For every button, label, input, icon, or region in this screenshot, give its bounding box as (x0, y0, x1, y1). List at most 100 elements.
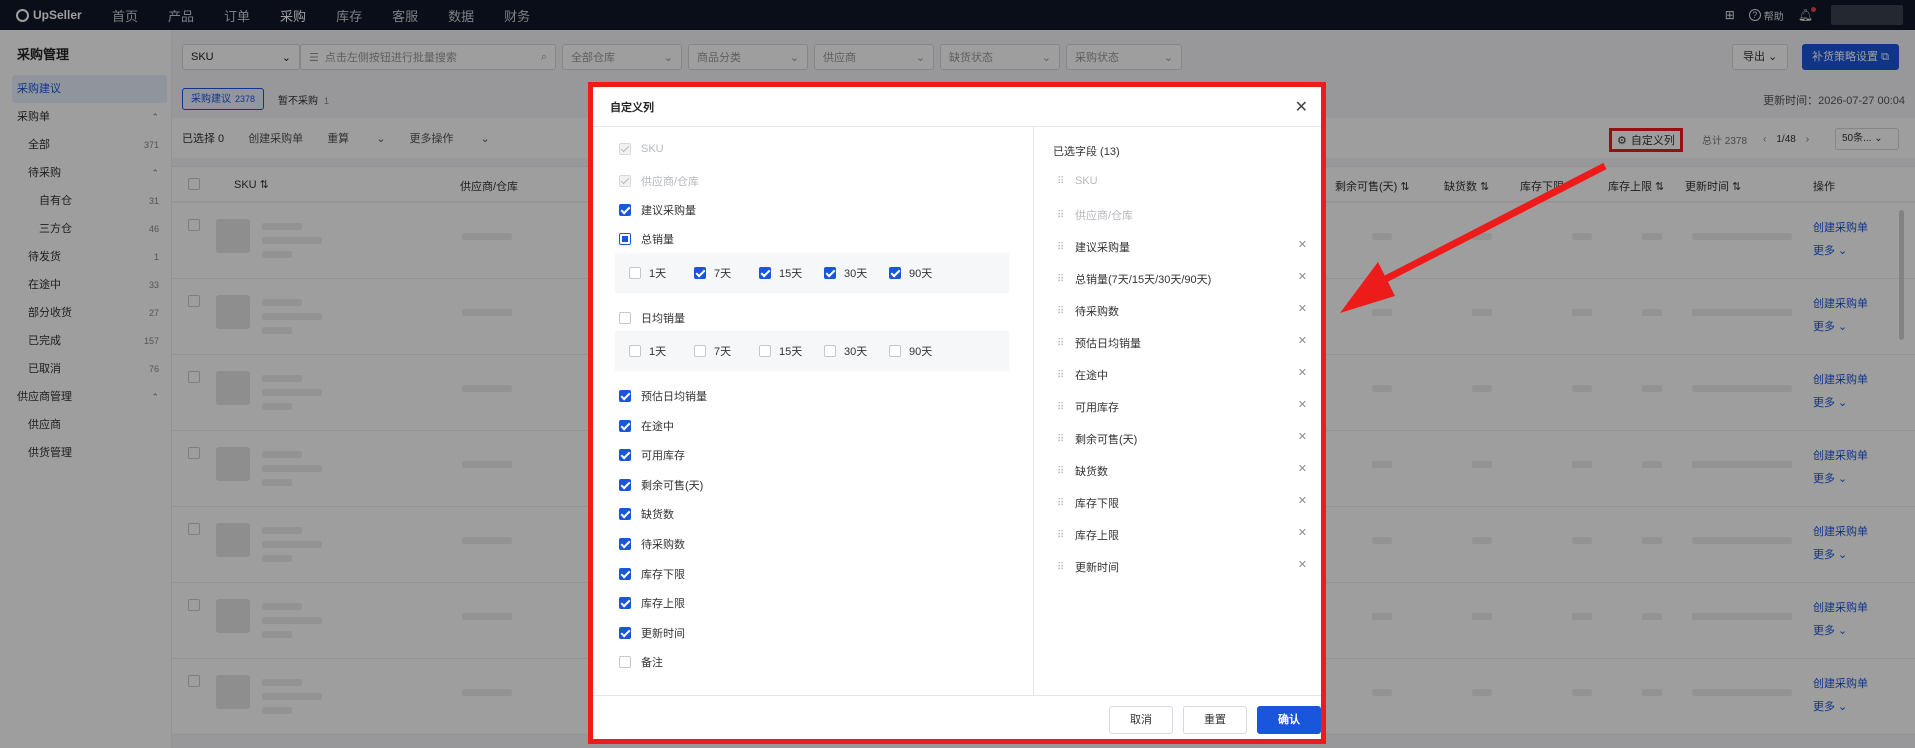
modal-mask-top (0, 0, 1915, 30)
confirm-button[interactable]: 确认 (1257, 706, 1321, 734)
remove-field-icon[interactable]: ✕ (1298, 238, 1307, 251)
checkbox[interactable] (619, 390, 631, 402)
total-sales-periods: 1天 7天 15天 30天 90天 (615, 253, 1009, 293)
column-option-1: 供应商/仓库 (619, 173, 699, 189)
dialog-title: 自定义列 (610, 101, 654, 114)
selected-field-item[interactable]: ⠿ 建议采购量 ✕ (1057, 239, 1307, 255)
selected-field-item[interactable]: ⠿ 剩余可售(天) ✕ (1057, 431, 1307, 447)
selected-field-item: ⠿ 供应商/仓库 (1057, 209, 1134, 223)
total-sales-periods-option-2[interactable]: 15天 (759, 265, 824, 281)
column-option-more-4[interactable]: 缺货数 (619, 506, 674, 522)
remove-field-icon[interactable]: ✕ (1298, 398, 1307, 411)
total-sales-periods-option-3[interactable]: 30天 (824, 265, 889, 281)
remove-field-icon[interactable]: ✕ (1298, 270, 1307, 283)
checkbox[interactable] (619, 233, 631, 245)
column-option-more-3[interactable]: 剩余可售(天) (619, 477, 703, 493)
remove-field-icon[interactable]: ✕ (1298, 526, 1307, 539)
checkbox[interactable] (694, 267, 706, 279)
checkbox[interactable] (619, 626, 631, 639)
dialog-header: 自定义列 ✕ (593, 87, 1321, 127)
checkbox[interactable] (889, 267, 901, 279)
dialog-footer: 取消 重置 确认 (593, 695, 1321, 739)
checkbox[interactable] (824, 345, 836, 357)
column-option-more-0[interactable]: 预估日均销量 (619, 388, 707, 404)
remove-field-icon[interactable]: ✕ (1298, 302, 1307, 315)
drag-handle-icon[interactable]: ⠿ (1057, 530, 1075, 541)
cancel-button[interactable]: 取消 (1109, 706, 1173, 734)
checkbox[interactable] (824, 267, 836, 279)
selected-field-item[interactable]: ⠿ 总销量(7天/15天/30天/90天) ✕ (1057, 271, 1307, 287)
column-option-more-1[interactable]: 在途中 (619, 418, 674, 434)
drag-handle-icon[interactable]: ⠿ (1057, 434, 1075, 445)
remove-field-icon[interactable]: ✕ (1298, 334, 1307, 347)
checkbox[interactable] (619, 656, 631, 669)
daily-sales-periods-option-2[interactable]: 15天 (759, 343, 824, 359)
drag-handle-icon: ⠿ (1057, 175, 1064, 187)
checkbox[interactable] (619, 538, 631, 550)
column-option-more-7[interactable]: 库存上限 (619, 595, 685, 611)
checkbox[interactable] (619, 508, 631, 521)
column-option-more-9[interactable]: 备注 (619, 654, 663, 670)
remove-field-icon[interactable]: ✕ (1298, 558, 1307, 571)
column-option-more-5[interactable]: 待采购数 (619, 536, 685, 552)
checkbox[interactable] (759, 267, 771, 279)
checkbox[interactable] (619, 204, 631, 216)
selected-field-item[interactable]: ⠿ 可用库存 ✕ (1057, 399, 1307, 415)
checkbox[interactable] (619, 419, 631, 432)
total-sales-periods-option-0[interactable]: 1天 (629, 265, 694, 281)
selected-field-item[interactable]: ⠿ 更新时间 ✕ (1057, 559, 1307, 575)
daily-sales-periods-option-0[interactable]: 1天 (629, 343, 694, 359)
remove-field-icon[interactable]: ✕ (1298, 494, 1307, 507)
checkbox[interactable] (619, 597, 631, 610)
selected-field-item[interactable]: ⠿ 在途中 ✕ (1057, 367, 1307, 383)
selected-field-item[interactable]: ⠿ 缺货数 ✕ (1057, 463, 1307, 479)
column-option-more-6[interactable]: 库存下限 (619, 566, 685, 582)
remove-field-icon[interactable]: ✕ (1298, 430, 1307, 443)
column-option-more-8[interactable]: 更新时间 (619, 625, 685, 641)
checkbox[interactable] (694, 345, 706, 357)
total-sales-periods-option-1[interactable]: 7天 (694, 265, 759, 281)
checkbox[interactable] (889, 345, 901, 357)
drag-handle-icon: ⠿ (1057, 209, 1064, 221)
checkbox[interactable] (629, 267, 641, 279)
drag-handle-icon[interactable]: ⠿ (1057, 498, 1075, 509)
daily-sales-periods-option-3[interactable]: 30天 (824, 343, 889, 359)
daily-sales-periods-option-4[interactable]: 90天 (889, 343, 954, 359)
drag-handle-icon[interactable]: ⠿ (1057, 370, 1075, 381)
selected-field-item: ⠿ SKU (1057, 175, 1098, 187)
remove-field-icon[interactable]: ✕ (1298, 366, 1307, 379)
drag-handle-icon[interactable]: ⠿ (1057, 466, 1075, 477)
checkbox[interactable] (619, 567, 631, 580)
column-option-0: SKU (619, 143, 664, 155)
selected-field-item[interactable]: ⠿ 库存下限 ✕ (1057, 495, 1307, 511)
drag-handle-icon[interactable]: ⠿ (1057, 274, 1075, 285)
drag-handle-icon[interactable]: ⠿ (1057, 338, 1075, 349)
checkbox[interactable] (759, 345, 771, 357)
checkbox[interactable] (619, 449, 631, 462)
checkbox (619, 175, 631, 187)
drag-handle-icon[interactable]: ⠿ (1057, 562, 1075, 573)
drag-handle-icon[interactable]: ⠿ (1057, 402, 1075, 413)
checkbox[interactable] (629, 345, 641, 357)
selected-field-item[interactable]: ⠿ 待采购数 ✕ (1057, 303, 1307, 319)
reset-button[interactable]: 重置 (1183, 706, 1247, 734)
selected-fields-panel: 已选字段 (13) ⠿ SKU ⠿ 供应商/仓库 ⠿ 建议采购量 ✕ ⠿ 总销量(7天/15天/… (1035, 127, 1321, 695)
selected-field-item[interactable]: ⠿ 库存上限 ✕ (1057, 527, 1307, 543)
selected-fields-title: 已选字段 (13) (1053, 146, 1120, 158)
column-option-daily-sales[interactable]: 日均销量 (619, 310, 685, 326)
remove-field-icon[interactable]: ✕ (1298, 462, 1307, 475)
close-icon[interactable]: ✕ (1295, 97, 1308, 117)
checkbox[interactable] (619, 478, 631, 491)
daily-sales-periods-option-1[interactable]: 7天 (694, 343, 759, 359)
drag-handle-icon[interactable]: ⠿ (1057, 306, 1075, 317)
column-options-panel: SKU 供应商/仓库 建议采购量 总销量 1天 7天 15天 30天 90天 日均销量 1天 7天 15… (593, 127, 1034, 695)
column-option-2[interactable]: 建议采购量 (619, 202, 696, 218)
column-option-3[interactable]: 总销量 (619, 231, 674, 247)
total-sales-periods-option-4[interactable]: 90天 (889, 265, 954, 281)
drag-handle-icon[interactable]: ⠿ (1057, 242, 1075, 253)
daily-sales-periods: 1天 7天 15天 30天 90天 (615, 331, 1009, 371)
checkbox[interactable] (619, 312, 631, 324)
column-option-more-2[interactable]: 可用库存 (619, 447, 685, 463)
selected-field-item[interactable]: ⠿ 预估日均销量 ✕ (1057, 335, 1307, 351)
checkbox (619, 143, 631, 155)
